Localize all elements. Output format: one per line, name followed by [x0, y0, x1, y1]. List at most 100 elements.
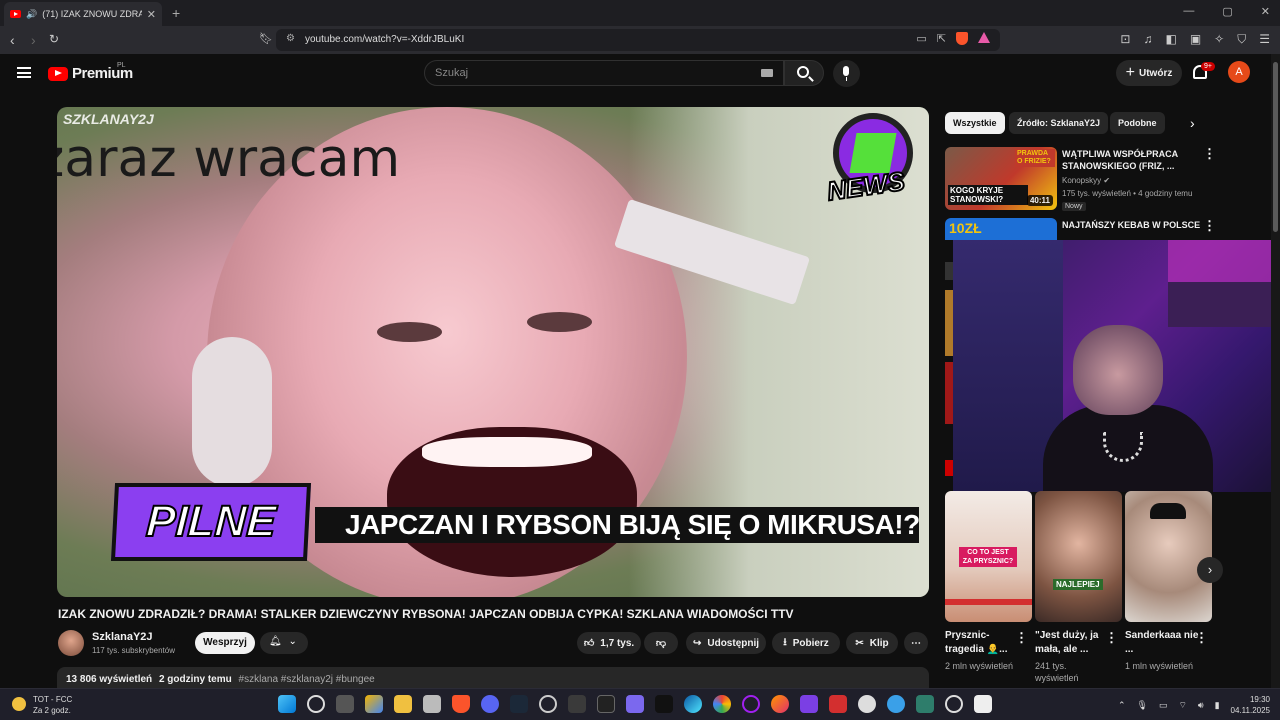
tab-close-icon[interactable]: ✕ — [147, 8, 156, 21]
site-info-icon[interactable]: ⚙ — [286, 33, 295, 44]
capcut-icon[interactable] — [597, 695, 615, 713]
window-close-button[interactable]: ✕ — [1261, 5, 1270, 18]
more-vertical-icon[interactable]: ⋮ — [1203, 218, 1216, 234]
obs-icon[interactable] — [539, 695, 557, 713]
browser-tab[interactable]: 🔊 (71) IZAK ZNOWU ZDRADZIŁ!... ✕ — [4, 2, 162, 26]
cast-icon[interactable]: ▭ — [916, 32, 926, 45]
app-icon[interactable] — [626, 695, 644, 713]
chatgpt-icon[interactable] — [945, 695, 963, 713]
url-field[interactable]: ⚙ youtube.com/watch?v=-XddrJBLuKI ▭ ⇱ — [276, 29, 1000, 51]
create-button[interactable]: + Utwórz — [1116, 60, 1182, 86]
short-thumbnail[interactable]: NAJLEPIEJ — [1035, 491, 1122, 622]
rec-thumbnail[interactable] — [945, 460, 953, 476]
short-title[interactable]: Sanderkaaa nie ... — [1125, 629, 1199, 657]
rec-title[interactable]: WĄTPLIWA WSPÓŁPRACA STANOWSKIEGO (FRIZ, … — [1062, 148, 1202, 172]
more-vertical-icon[interactable]: ⋮ — [1015, 630, 1028, 646]
forward-icon[interactable]: › — [31, 32, 36, 48]
shorts-next-button[interactable]: › — [1197, 557, 1223, 583]
voice-search-icon[interactable] — [833, 60, 860, 87]
reload-icon[interactable]: ↻ — [49, 32, 59, 46]
steam-icon[interactable] — [510, 695, 528, 713]
speaker-icon[interactable]: 🔊 — [26, 9, 37, 20]
rec-thumbnail[interactable] — [945, 262, 953, 280]
search-button[interactable] — [784, 60, 824, 86]
app-icon[interactable] — [887, 695, 905, 713]
app-icon[interactable] — [568, 695, 586, 713]
download-button[interactable]: ⭳ Pobierz — [772, 632, 840, 654]
account-avatar[interactable]: A — [1228, 61, 1250, 83]
clip-button[interactable]: ✂ Klip — [846, 632, 898, 654]
firefox-icon[interactable] — [771, 695, 789, 713]
wifi-icon[interactable]: ⌔ — [1178, 700, 1186, 711]
more-actions-button[interactable]: ⋯ — [904, 632, 928, 654]
hashtags[interactable]: #szklana #szklanay2j #bungee — [239, 674, 375, 685]
system-clock[interactable]: 19:30 04.11.2025 — [1231, 694, 1270, 716]
brave-rewards-icon[interactable] — [978, 32, 990, 43]
music-icon[interactable]: ♫ — [1143, 32, 1152, 47]
chip-source[interactable]: Źródło: SzklanaY2J — [1009, 112, 1109, 134]
volume-icon[interactable]: 🔊︎ — [1198, 700, 1204, 711]
vivaldi-icon[interactable] — [829, 695, 847, 713]
chevron-right-icon[interactable]: › — [1190, 115, 1195, 131]
scrollbar-thumb[interactable] — [1273, 62, 1278, 232]
page-scrollbar[interactable] — [1271, 54, 1280, 688]
rec-thumbnail[interactable] — [945, 290, 953, 356]
microphone-icon[interactable]: 🎙︎ — [1137, 700, 1148, 711]
youtube-logo[interactable]: Premium PL — [48, 62, 133, 82]
chip-related[interactable]: Podobne — [1110, 112, 1165, 134]
file-explorer-icon[interactable] — [394, 695, 412, 713]
brave-shield-icon[interactable] — [956, 32, 968, 45]
sidebar-icon[interactable]: ◧ — [1165, 32, 1176, 47]
windows-start-icon[interactable] — [278, 695, 296, 713]
app-icon[interactable] — [742, 695, 760, 713]
dislike-button[interactable]: 👎︎ — [644, 632, 678, 654]
share-icon[interactable]: ⇱ — [937, 32, 946, 45]
back-icon[interactable]: ‹ — [10, 32, 15, 48]
app-icon[interactable] — [916, 695, 934, 713]
store-icon[interactable] — [423, 695, 441, 713]
bookmark-icon[interactable]: 🔖︎ — [259, 32, 273, 45]
brave-browser-icon[interactable] — [452, 695, 470, 713]
video-player[interactable]: SZKLANAY2J zaraz wracam NEWS PILNE JAPCZ… — [57, 107, 929, 597]
tray-chevron-up-icon[interactable]: ⌃ — [1118, 700, 1126, 711]
taskbar-search-icon[interactable] — [307, 695, 325, 713]
short-thumbnail[interactable]: CO TO JEST ZA PRYSZNIC? — [945, 491, 1032, 622]
chrome-icon[interactable] — [713, 695, 731, 713]
ai-icon[interactable]: ✧ — [1214, 32, 1224, 47]
rec-thumbnail[interactable]: PRAWDA O FRIZIE? KOGO KRYJE STANOWSKI? 4… — [945, 147, 1057, 210]
edge-icon[interactable] — [684, 695, 702, 713]
new-tab-button[interactable]: + — [172, 5, 180, 21]
screenshot-icon[interactable]: ⊡ — [1120, 32, 1130, 47]
rec-thumbnail[interactable]: 10ZŁ — [945, 218, 1057, 240]
vpn-icon[interactable]: ⛉ — [1237, 32, 1246, 47]
search-input[interactable]: Szukaj — [424, 60, 784, 86]
menu-icon[interactable]: ☰ — [1259, 32, 1270, 47]
channel-avatar[interactable] — [58, 630, 84, 656]
short-title[interactable]: Prysznic-tragedia 👨‍🦲... — [945, 629, 1019, 657]
notepad-icon[interactable] — [974, 695, 992, 713]
display-icon[interactable]: ▭ — [1159, 700, 1168, 711]
short-title[interactable]: "Jest duży, ja mała, ale ... — [1035, 629, 1109, 657]
tiktok-icon[interactable] — [655, 695, 673, 713]
support-button[interactable]: Wesprzyj — [195, 632, 255, 654]
rec-thumbnail[interactable] — [945, 362, 953, 424]
battery-icon[interactable]: ▮ — [1215, 700, 1220, 711]
app-icon[interactable] — [800, 695, 818, 713]
app-icon[interactable] — [858, 695, 876, 713]
subscription-bell-button[interactable]: 🔔︎ ⌄ — [260, 632, 308, 654]
weather-widget[interactable]: TOT - FCC Za 2 godz. — [12, 694, 72, 716]
more-vertical-icon[interactable]: ⋮ — [1105, 630, 1118, 646]
more-vertical-icon[interactable]: ⋮ — [1203, 146, 1216, 162]
share-button[interactable]: ↪ Udostępnij — [686, 632, 766, 654]
task-view-icon[interactable] — [336, 695, 354, 713]
hamburger-menu-icon[interactable] — [17, 67, 31, 78]
minimize-button[interactable]: — — [1183, 5, 1194, 18]
short-thumbnail[interactable] — [1125, 491, 1212, 622]
rec-title[interactable]: NAJTAŃSZY KEBAB W POLSCE — [1062, 219, 1202, 231]
keyboard-icon[interactable] — [761, 69, 773, 77]
rec-channel[interactable]: Konopskyy ✔ — [1062, 176, 1110, 185]
wallet-icon[interactable]: ▣ — [1190, 32, 1201, 47]
like-button[interactable]: 👍︎ 1,7 tys. — [577, 632, 641, 654]
channel-name[interactable]: SzklanaY2J — [92, 631, 153, 643]
chip-all[interactable]: Wszystkie — [945, 112, 1005, 134]
